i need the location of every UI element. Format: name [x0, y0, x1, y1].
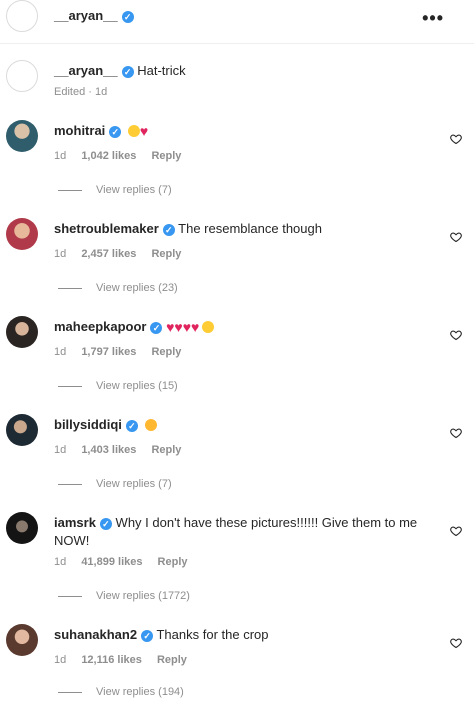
verified-icon: ✓ — [121, 65, 134, 78]
comment-item: mohitrai ✓ ♥ 1d 1,042 likes Reply View re… — [0, 118, 474, 198]
comment-item: suhanakhan2 ✓ Thanks for the crop 1d 12,1… — [0, 622, 474, 704]
commenter-username[interactable]: mohitrai — [54, 123, 105, 138]
red-heart-emoji-icon: ♥ — [139, 123, 149, 139]
view-replies-button[interactable]: View replies (7) — [58, 184, 172, 196]
comment-line: shetroublemaker ✓ The resemblance though — [54, 220, 444, 238]
author-avatar[interactable] — [6, 60, 38, 92]
divider — [58, 189, 82, 191]
likes-count[interactable]: 12,116 likes — [81, 654, 142, 666]
comment-line: suhanakhan2 ✓ Thanks for the crop — [54, 626, 444, 644]
commenter-avatar[interactable] — [6, 120, 38, 152]
comment-meta: 1d 1,797 likes Reply — [54, 346, 193, 358]
comment-meta: 1d 1,042 likes Reply — [54, 150, 193, 162]
divider — [58, 691, 82, 693]
comment-meta: 1d 41,899 likes Reply — [54, 556, 200, 568]
verified-icon: ✓ — [162, 223, 175, 236]
comment-text: Thanks for the crop — [156, 627, 269, 642]
like-heart-icon[interactable] — [450, 426, 462, 439]
verified-icon: ✓ — [141, 629, 154, 642]
view-replies-label[interactable]: View replies (1772) — [96, 590, 190, 602]
reply-button[interactable]: Reply — [151, 444, 181, 456]
red-heart-emoji-icon: ♥♥♥♥ — [166, 319, 200, 335]
commenter-username[interactable]: iamsrk — [54, 515, 96, 530]
verified-icon: ✓ — [121, 10, 134, 23]
divider — [58, 483, 82, 485]
divider — [58, 385, 82, 387]
verified-icon: ✓ — [150, 321, 163, 334]
view-replies-button[interactable]: View replies (194) — [58, 686, 184, 698]
view-replies-button[interactable]: View replies (23) — [58, 282, 178, 294]
commenter-username[interactable]: billysiddiqi — [54, 417, 122, 432]
commenter-username[interactable]: shetroublemaker — [54, 221, 159, 236]
caption-meta: Edited · 1d — [54, 86, 108, 98]
comment-time: 1d — [54, 556, 67, 568]
comment-time: 1d — [54, 346, 67, 358]
reply-button[interactable]: Reply — [157, 654, 187, 666]
reply-button[interactable]: Reply — [158, 556, 188, 568]
view-replies-label[interactable]: View replies (23) — [96, 282, 178, 294]
reply-button[interactable]: Reply — [151, 346, 181, 358]
commenter-avatar[interactable] — [6, 624, 38, 656]
heart-eyes-emoji-icon — [202, 321, 215, 333]
comment-item: billysiddiqi ✓ 1d 1,403 likes Reply View … — [0, 412, 474, 492]
view-replies-label[interactable]: View replies (7) — [96, 478, 172, 490]
comment-time: 1d — [54, 444, 67, 456]
comment-time: 1d — [54, 150, 67, 162]
commenter-username[interactable]: suhanakhan2 — [54, 627, 137, 642]
caption-username[interactable]: __aryan__ — [54, 63, 118, 78]
view-replies-label[interactable]: View replies (194) — [96, 686, 184, 698]
author-username[interactable]: __aryan__ ✓ — [54, 8, 134, 23]
commenter-avatar[interactable] — [6, 512, 38, 544]
like-heart-icon[interactable] — [450, 524, 462, 537]
caption-line: __aryan__ ✓ Hat-trick — [54, 62, 444, 80]
commenter-avatar[interactable] — [6, 414, 38, 446]
like-heart-icon[interactable] — [450, 636, 462, 649]
comment-meta: 1d 12,116 likes Reply — [54, 654, 199, 666]
caption: __aryan__ ✓ Hat-trick Edited · 1d — [0, 58, 474, 108]
divider — [58, 287, 82, 289]
comment-line: maheepkapoor ✓ ♥♥♥♥ — [54, 318, 444, 336]
likes-count[interactable]: 1,797 likes — [81, 346, 136, 358]
likes-count[interactable]: 2,457 likes — [81, 248, 136, 260]
verified-icon: ✓ — [99, 517, 112, 530]
likes-count[interactable]: 1,403 likes — [81, 444, 136, 456]
view-replies-label[interactable]: View replies (7) — [96, 184, 172, 196]
comment-meta: 1d 2,457 likes Reply — [54, 248, 193, 260]
like-heart-icon[interactable] — [450, 328, 462, 341]
comment-item: shetroublemaker ✓ The resemblance though … — [0, 216, 474, 296]
comment-item: maheepkapoor ✓ ♥♥♥♥ 1d 1,797 likes Reply … — [0, 314, 474, 394]
comment-text: The resemblance though — [178, 221, 322, 236]
reply-button[interactable]: Reply — [151, 248, 181, 260]
author-name[interactable]: __aryan__ — [54, 8, 118, 23]
caption-text: Hat-trick — [137, 63, 186, 78]
verified-icon: ✓ — [125, 419, 138, 432]
more-options-icon[interactable]: ••• — [422, 8, 444, 29]
likes-count[interactable]: 1,042 likes — [81, 150, 136, 162]
commenter-avatar[interactable] — [6, 218, 38, 250]
commenter-username[interactable]: maheepkapoor — [54, 319, 146, 334]
comment-item: iamsrk ✓ Why I don't have these pictures!… — [0, 510, 474, 610]
author-avatar[interactable] — [6, 0, 38, 32]
commenter-avatar[interactable] — [6, 316, 38, 348]
view-replies-button[interactable]: View replies (7) — [58, 478, 172, 490]
view-replies-button[interactable]: View replies (15) — [58, 380, 178, 392]
like-heart-icon[interactable] — [450, 230, 462, 243]
view-replies-label[interactable]: View replies (15) — [96, 380, 178, 392]
like-heart-icon[interactable] — [450, 132, 462, 145]
divider — [58, 595, 82, 597]
comment-line: mohitrai ✓ ♥ — [54, 122, 444, 140]
party-face-emoji-icon — [144, 419, 157, 431]
comment-time: 1d — [54, 248, 67, 260]
comment-line: iamsrk ✓ Why I don't have these pictures!… — [54, 514, 444, 550]
comment-meta: 1d 1,403 likes Reply — [54, 444, 193, 456]
post-header: __aryan__ ✓ ••• — [0, 0, 474, 44]
view-replies-button[interactable]: View replies (1772) — [58, 590, 190, 602]
likes-count[interactable]: 41,899 likes — [81, 556, 142, 568]
comment-time: 1d — [54, 654, 67, 666]
verified-icon: ✓ — [109, 125, 122, 138]
reply-button[interactable]: Reply — [151, 150, 181, 162]
heart-eyes-emoji-icon — [127, 125, 140, 137]
comment-line: billysiddiqi ✓ — [54, 416, 444, 434]
